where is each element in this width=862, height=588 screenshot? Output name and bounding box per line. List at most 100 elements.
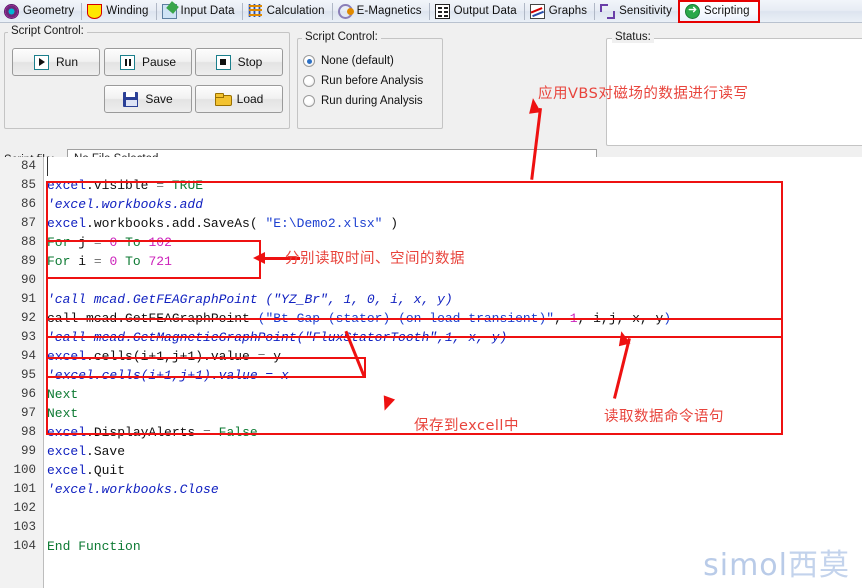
tab-calculation[interactable]: Calculation [244,1,331,22]
code-line[interactable]: Next [47,385,862,404]
code-token: 'excel.workbooks.add [47,197,204,212]
stop-icon [215,54,231,70]
run-button[interactable]: Run [12,48,100,76]
radio-label: None (default) [321,55,394,67]
save-button[interactable]: Save [104,85,192,113]
code-line[interactable]: excel.visible = TRUE [47,176,862,195]
watermark-cjk: 西莫 [788,548,850,583]
tab-input-data[interactable]: Input Data [158,1,241,22]
tab-output-data[interactable]: Output Data [431,1,523,22]
line-number: 88 [20,235,36,249]
code-line[interactable]: excel.cells(i+1,j+1).value = y [47,347,862,366]
code-token: call mcad.GetFEAGraphPoint [47,311,258,326]
note-read-command: 读取数据命令语句 [604,409,724,425]
code-token: False [218,425,258,440]
tab-label: Scripting [703,5,750,17]
tab-separator [241,2,243,20]
code-line[interactable]: excel.Save [47,442,862,461]
note-vbs: 应用VBS对磁场的数据进行读写 [538,86,749,102]
code-token: excel [47,425,87,440]
code-token: .workbooks.add.SaveAs [86,216,250,231]
radio-indicator [303,75,315,87]
line-number: 87 [20,216,36,230]
code-token: ) [382,216,399,231]
load-button[interactable]: Load [195,85,283,113]
code-token: End Function [47,539,141,554]
code-token: .visible [86,178,157,193]
code-token: .Quit [86,463,126,478]
line-number: 98 [20,425,36,439]
graphs-icon [529,3,545,19]
code-token: y [265,349,282,364]
status-group-label: Status: [612,31,654,43]
tab-separator [523,2,525,20]
code-token: ("Bt Gap (stator) (on load transient)" [257,311,555,326]
code-line[interactable]: 'call mcad.GetFEAGraphPoint ("YZ_Br", 1,… [47,290,862,309]
main-tab-bar[interactable]: Geometry Winding Input Data Calculation … [0,0,862,23]
radio-indicator [303,55,315,67]
code-line[interactable]: excel.workbooks.add.SaveAs( "E:\Demo2.xl… [47,214,862,233]
code-token: = [93,235,102,250]
line-number: 102 [13,501,36,515]
code-line[interactable]: 'excel.cells(i+1,j+1).value = x [47,366,862,385]
line-number: 84 [20,159,36,173]
code-token: excel [47,349,87,364]
code-token: Next [47,406,79,421]
radio-run-during-analysis[interactable]: Run during Analysis [303,95,423,107]
code-token: 'excel.cells(i+1,j+1).value = x [47,368,289,383]
tab-separator [428,2,430,20]
note-loops: 分别读取时间、空间的数据 [285,251,465,267]
folder-open-icon [214,92,232,107]
radio-none-default[interactable]: None (default) [303,55,394,67]
winding-icon [87,3,103,19]
code-token: 102 [148,235,172,250]
tab-label: Calculation [266,5,325,17]
tab-scripting[interactable]: Scripting [677,0,760,23]
tab-separator [331,2,333,20]
line-number: 97 [20,406,36,420]
code-lines[interactable]: excel.visible = TRUE'excel.workbooks.add… [47,157,862,556]
line-number: 93 [20,330,36,344]
code-token: , [554,311,570,326]
pause-button[interactable]: Pause [104,48,192,76]
code-line[interactable]: 'excel.workbooks.Close [47,480,862,499]
tab-geometry[interactable]: Geometry [0,1,80,22]
watermark: simol西莫 [703,540,850,584]
radio-run-before-analysis[interactable]: Run before Analysis [303,75,423,87]
floppy-disk-icon [123,91,139,107]
tab-emagnetics[interactable]: E-Magnetics [334,1,428,22]
code-token: "E:\Demo2.xlsx" [265,216,383,231]
code-line[interactable]: 'excel.workbooks.add [47,195,862,214]
tab-label: E-Magnetics [356,5,422,17]
code-token: TRUE [171,178,204,193]
radio-label: Run during Analysis [321,95,423,107]
code-line[interactable] [47,157,862,176]
tab-sensitivity[interactable]: Sensitivity [596,1,678,22]
code-token: ( [249,216,266,231]
button-label: Save [145,92,173,106]
code-line[interactable] [47,499,862,518]
code-token: .cells(i+1,j+1).value [86,349,258,364]
code-line[interactable]: excel.Quit [47,461,862,480]
tab-label: Output Data [453,5,517,17]
line-number: 90 [20,273,36,287]
script-mode-group-label: Script Control: [302,31,381,43]
tab-label: Input Data [180,5,235,17]
code-line[interactable]: 'call mcad.GetMagneticGraphPoint("FluxSt… [47,328,862,347]
tab-separator [81,2,83,20]
code-token: For [47,254,71,269]
code-token: To [125,235,141,250]
tab-winding[interactable]: Winding [83,1,154,22]
tab-label: Geometry [23,5,75,17]
code-editor[interactable]: 84 85 86 87 88 89 90 91 92 93 94 95 96 97 98 99 100 101 10… [0,157,862,588]
code-token: = [93,254,102,269]
stop-button[interactable]: Stop [195,48,283,76]
tab-separator [155,2,157,20]
code-line[interactable] [47,271,862,290]
tab-graphs[interactable]: Graphs [526,1,593,22]
code-line[interactable]: call mcad.GetFEAGraphPoint ("Bt Gap (sta… [47,309,862,328]
line-number: 91 [20,292,36,306]
code-line[interactable] [47,518,862,537]
